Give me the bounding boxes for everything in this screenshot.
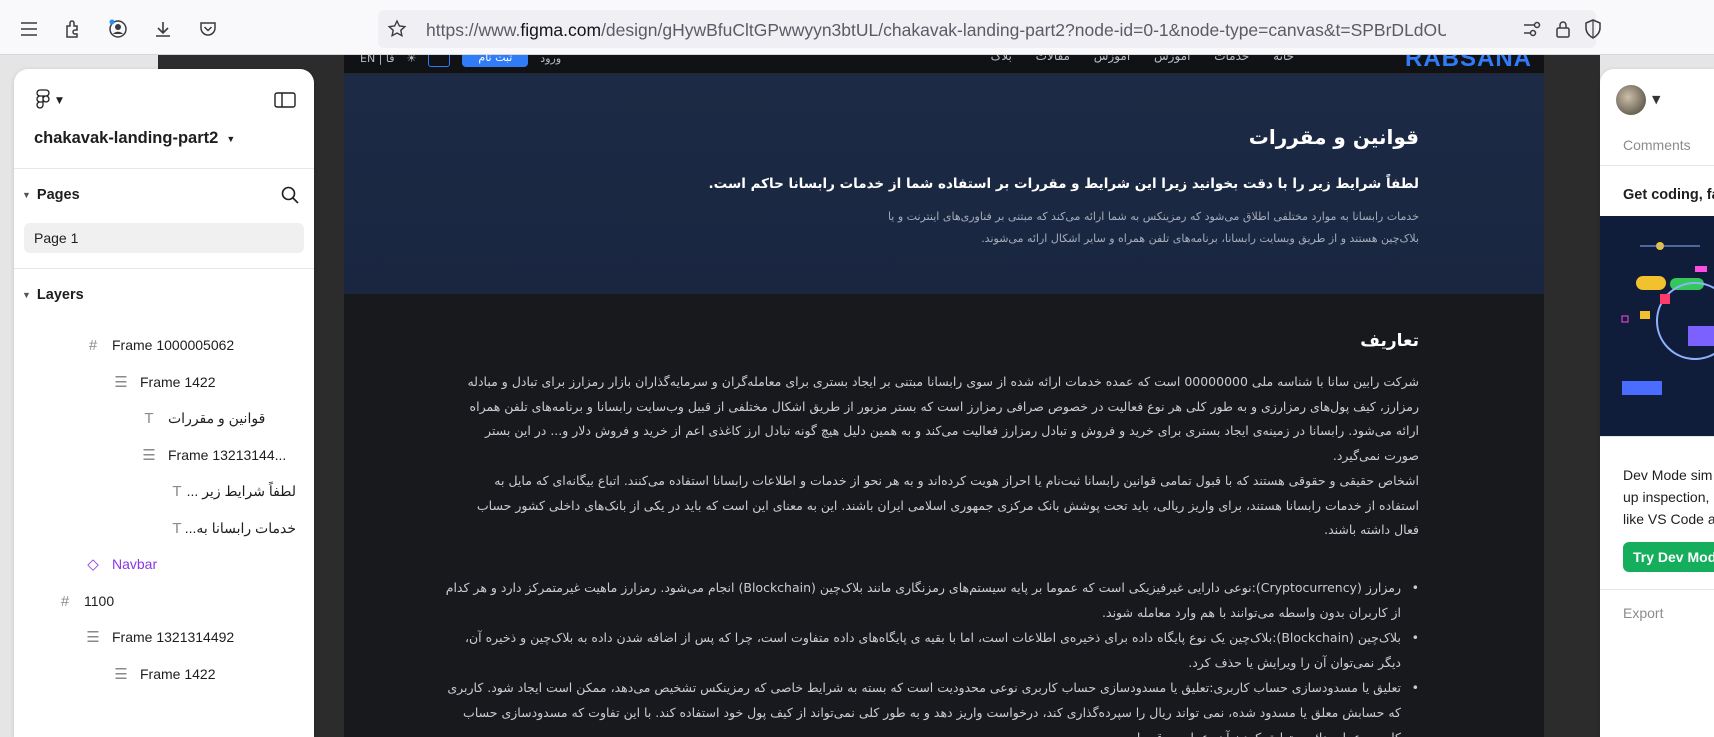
chevron-down-icon: ▼: [22, 190, 31, 200]
chevron-down-icon: ▼: [22, 290, 31, 300]
autolayout-icon: ☰: [86, 629, 100, 646]
chevron-down-icon: ▼: [226, 133, 236, 144]
promo-text: Dev Mode sim up inspection, like VS Code…: [1623, 467, 1714, 527]
component-instance-icon: ◇: [87, 556, 99, 573]
pages-section: ▼ Pages Page 1: [14, 169, 314, 269]
navbar-left: EN | فا ☀ ثبت نام ورود: [360, 55, 561, 67]
language-switch[interactable]: EN | فا: [360, 55, 395, 65]
figma-logo-icon: [36, 89, 50, 113]
layer-item[interactable]: T لطفاً شرایط زیر ...: [168, 473, 296, 509]
layer-item[interactable]: ☰ Frame 1422: [112, 364, 215, 400]
layers-panel: ▼ chakavak-landing-part2 ▼ ▼ Pages Page …: [14, 69, 314, 737]
extensions-icon[interactable]: [58, 14, 88, 44]
layer-item[interactable]: T خدمات رابسانا به...: [168, 510, 296, 546]
autolayout-icon: ☰: [114, 374, 128, 391]
hero-description: خدمات رابسانا به موارد مختلفی اطلاق می‌ش…: [887, 210, 1419, 245]
comments-tab[interactable]: Comments: [1623, 137, 1691, 153]
notification-button[interactable]: [428, 55, 451, 67]
properties-panel: ▼ Comments Get coding, fa Dev Mode sim u…: [1600, 69, 1714, 737]
chevron-down-icon[interactable]: ▼: [1652, 93, 1660, 106]
menu-icon[interactable]: [14, 14, 44, 44]
export-section[interactable]: Export: [1623, 605, 1663, 621]
pages-title: Pages: [36, 187, 80, 203]
pocket-icon[interactable]: [193, 14, 223, 44]
layer-item[interactable]: ◇ Navbar: [84, 546, 157, 582]
file-name[interactable]: chakavak-landing-part2 ▼: [34, 129, 235, 148]
downloads-icon[interactable]: [148, 14, 178, 44]
account-icon[interactable]: [103, 14, 133, 44]
list-item: تعلیق یا مسدودسازی حساب کاربری:تعلیق یا …: [444, 675, 1419, 737]
layers-header[interactable]: ▼ Layers: [22, 287, 84, 303]
divider: [1600, 589, 1714, 590]
page-item[interactable]: Page 1: [24, 223, 304, 253]
list-item: رمزارز (Cryptocurrency):نوعی دارایی غیرف…: [444, 575, 1419, 625]
layer-item[interactable]: # Frame 1000005062: [84, 327, 234, 363]
shield-icon[interactable]: [1582, 18, 1604, 40]
hero-section: قوانین و مقررات لطفاً شرایط زیر را با دق…: [344, 74, 1544, 294]
navbar: EN | فا ☀ ثبت نام ورود خانه خدمات آموزش …: [344, 55, 1544, 74]
layer-item[interactable]: # 1100: [56, 583, 114, 619]
hero-subtitle: لطفاً شرایط زیر را با دقت بخوانید زیرا ا…: [708, 176, 1419, 192]
autolayout-icon: ☰: [142, 447, 156, 464]
text-icon: T: [144, 409, 154, 427]
frame-icon: #: [88, 336, 98, 354]
promo-title: Get coding, fa: [1623, 187, 1714, 203]
try-dev-mode-button[interactable]: Try Dev Mod: [1623, 542, 1714, 572]
definitions-title: تعاریف: [1360, 331, 1419, 351]
definitions-paragraph-1: شرکت رابین سانا با شناسه ملی 00000000 اس…: [467, 374, 1419, 463]
definitions-paragraph-2: اشخاص حقیقی و حقوقی هستند که با قبول تما…: [476, 473, 1419, 537]
promo-illustration: [1600, 216, 1714, 436]
text-icon: T: [172, 482, 182, 500]
layer-item[interactable]: ☰ Frame 1422: [112, 656, 215, 692]
permissions-icon[interactable]: [1521, 18, 1543, 40]
url-text: https://www.figma.com/design/gHywBfuCltG…: [426, 20, 1446, 40]
lock-icon[interactable]: [1552, 18, 1574, 40]
text-icon: T: [172, 519, 182, 537]
autolayout-icon: ☰: [114, 666, 128, 683]
nav-links[interactable]: خانه خدمات آموزش آموزش مقالات بلاگ: [991, 55, 1294, 63]
address-bar[interactable]: https://www.figma.com/design/gHywBfuCltG…: [378, 10, 1601, 48]
file-header: ▼ chakavak-landing-part2 ▼: [14, 69, 314, 169]
file-name-label: chakavak-landing-part2: [34, 129, 219, 147]
chevron-down-icon: ▼: [56, 96, 63, 106]
canvas-frame-edge: [1544, 55, 1600, 737]
layer-item[interactable]: ☰ Frame 1321314492: [84, 619, 234, 655]
main-menu-button[interactable]: ▼: [36, 89, 63, 113]
layers-title: Layers: [36, 287, 84, 303]
layer-item[interactable]: ☰ Frame 13213144...: [140, 437, 286, 473]
divider: [1600, 165, 1714, 166]
signup-button[interactable]: ثبت نام: [462, 55, 529, 67]
avatar[interactable]: [1616, 85, 1646, 115]
design-frame[interactable]: EN | فا ☀ ثبت نام ورود خانه خدمات آموزش …: [344, 55, 1544, 737]
pages-header[interactable]: ▼ Pages: [22, 187, 80, 203]
login-link[interactable]: ورود: [540, 55, 561, 65]
theme-icon[interactable]: ☀: [407, 55, 417, 65]
layer-item[interactable]: T قوانین و مقررات: [140, 400, 288, 436]
brand-logo[interactable]: RABSANA: [1405, 55, 1532, 73]
hero-title: قوانین و مقررات: [1248, 125, 1419, 149]
frame-icon: #: [60, 592, 70, 610]
definitions-list: رمزارز (Cryptocurrency):نوعی دارایی غیرف…: [444, 575, 1419, 737]
browser-toolbar: https://www.figma.com/design/gHywBfuCltG…: [0, 0, 1714, 55]
sidebar-toggle-icon[interactable]: [274, 91, 296, 113]
list-item: بلاک‌چین (Blockchain):بلاک‌چین یک نوع پا…: [444, 625, 1419, 675]
search-icon[interactable]: [280, 185, 300, 209]
divider: [1600, 436, 1714, 437]
bookmark-star-icon[interactable]: [386, 18, 408, 40]
